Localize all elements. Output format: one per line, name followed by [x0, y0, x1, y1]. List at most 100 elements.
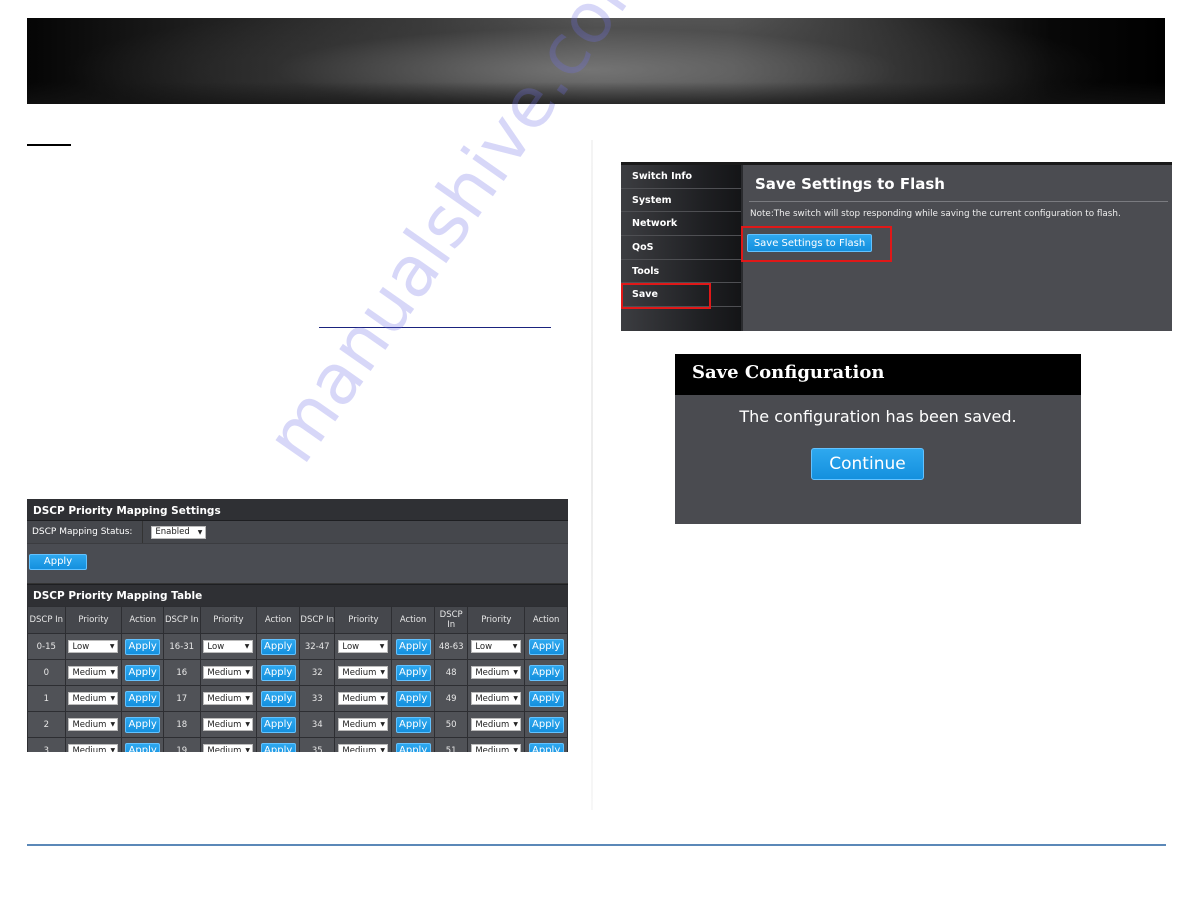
row-apply-button[interactable]: Apply [125, 690, 161, 707]
row-apply-button[interactable]: Apply [125, 664, 161, 681]
priority-select[interactable]: Medium ▼ [471, 718, 522, 731]
priority-select[interactable]: Medium ▼ [68, 692, 119, 705]
row-apply-button[interactable]: Apply [125, 716, 161, 733]
dropdown-caret-icon: ▼ [513, 669, 518, 676]
sidebar-item-switch-info[interactable]: Switch Info [621, 165, 741, 189]
dscp-in-cell: 50 [433, 711, 469, 738]
row-apply-button[interactable]: Apply [395, 742, 431, 752]
sidebar-item-network[interactable]: Network [621, 212, 741, 237]
priority-value: Medium [207, 667, 242, 678]
priority-select[interactable]: Medium ▼ [471, 692, 522, 705]
priority-value: Medium [207, 693, 242, 704]
column-header-priority: Priority [64, 606, 123, 634]
row-apply-button[interactable]: Apply [260, 664, 296, 681]
action-cell: Apply [256, 737, 300, 752]
priority-select[interactable]: Medium ▼ [338, 666, 389, 679]
dscp-status-row: DSCP Mapping Status: Enabled ▼ [27, 521, 568, 544]
priority-value: Medium [342, 693, 377, 704]
action-cell: Apply [256, 633, 300, 660]
save-configuration-dialog: Save Configuration The configuration has… [675, 354, 1081, 524]
priority-select[interactable]: Low ▼ [68, 640, 119, 653]
dropdown-caret-icon: ▼ [197, 528, 203, 536]
action-cell: Apply [121, 685, 164, 712]
sidebar-item-qos[interactable]: QoS [621, 236, 741, 260]
priority-cell: Medium ▼ [467, 737, 526, 753]
dscp-in-cell: 18 [162, 711, 201, 738]
priority-value: Medium [475, 719, 510, 730]
dropdown-caret-icon: ▼ [245, 747, 251, 752]
row-apply-button[interactable]: Apply [395, 664, 431, 681]
dscp-apply-button[interactable]: Apply [29, 553, 87, 570]
continue-button[interactable]: Continue [811, 448, 924, 480]
row-apply-button[interactable]: Apply [395, 716, 431, 733]
dscp-in-cell: 3 [27, 737, 66, 752]
priority-cell: Medium ▼ [467, 711, 526, 738]
table-row: 1 Medium ▼ Apply 17 Medium ▼ Apply 33 Medium ▼ Appl… [27, 685, 568, 712]
action-cell: Apply [524, 633, 568, 660]
row-apply-button[interactable]: Apply [395, 638, 431, 655]
row-apply-button[interactable]: Apply [528, 690, 564, 707]
priority-cell: Medium ▼ [199, 685, 258, 712]
priority-select[interactable]: Low ▼ [338, 640, 389, 653]
action-cell: Apply [121, 737, 164, 752]
sidebar-item-tools[interactable]: Tools [621, 260, 741, 284]
column-header-dscp-in: DSCP In [433, 606, 469, 634]
priority-value: Low [207, 641, 225, 652]
priority-select[interactable]: Medium ▼ [203, 744, 254, 752]
dscp-in-cell: 32 [298, 659, 336, 686]
priority-value: Low [342, 641, 360, 652]
dscp-status-label: DSCP Mapping Status: [32, 521, 144, 543]
priority-cell: Medium ▼ [64, 659, 123, 686]
priority-cell: Medium ▼ [467, 685, 526, 712]
row-apply-button[interactable]: Apply [260, 742, 296, 752]
action-cell: Apply [524, 685, 568, 712]
priority-select[interactable]: Medium ▼ [203, 718, 254, 731]
dropdown-caret-icon: ▼ [380, 669, 386, 676]
row-apply-button[interactable]: Apply [528, 638, 564, 655]
row-apply-button[interactable]: Apply [125, 638, 161, 655]
priority-select[interactable]: Medium ▼ [471, 744, 522, 753]
priority-select[interactable]: Medium ▼ [68, 744, 119, 753]
sidebar-item-save[interactable]: Save [621, 283, 741, 310]
priority-select[interactable]: Low ▼ [203, 640, 254, 653]
row-apply-button[interactable]: Apply [260, 638, 296, 655]
priority-select[interactable]: Low ▼ [471, 640, 522, 653]
priority-select[interactable]: Medium ▼ [68, 718, 119, 731]
priority-value: Medium [475, 745, 510, 753]
save-settings-to-flash-button[interactable]: Save Settings to Flash [747, 234, 872, 252]
priority-select[interactable]: Medium ▼ [203, 666, 254, 679]
action-cell: Apply [256, 711, 300, 738]
dscp-status-select[interactable]: Enabled ▼ [151, 525, 207, 539]
dialog-message: The configuration has been saved. [739, 407, 1017, 426]
priority-select[interactable]: Medium ▼ [338, 718, 389, 731]
row-apply-button[interactable]: Apply [260, 690, 296, 707]
page-title: Save Settings to Flash [755, 175, 945, 193]
priority-select[interactable]: Medium ▼ [203, 692, 254, 705]
dscp-in-cell: 16 [162, 659, 201, 686]
row-apply-button[interactable]: Apply [260, 716, 296, 733]
action-cell: Apply [391, 737, 435, 752]
priority-select[interactable]: Medium ▼ [68, 666, 119, 679]
priority-value: Medium [72, 667, 107, 678]
priority-value: Medium [72, 693, 107, 704]
dscp-in-cell: 17 [162, 685, 201, 712]
priority-select[interactable]: Medium ▼ [338, 744, 389, 752]
priority-cell: Medium ▼ [199, 659, 258, 686]
sidebar-item-system[interactable]: System [621, 189, 741, 213]
row-apply-button[interactable]: Apply [395, 690, 431, 707]
priority-cell: Medium ▼ [64, 737, 123, 753]
dscp-in-cell: 51 [433, 737, 469, 752]
row-apply-button[interactable]: Apply [125, 742, 161, 752]
priority-value: Medium [342, 667, 377, 678]
priority-value: Medium [72, 745, 107, 753]
row-apply-button[interactable]: Apply [528, 742, 564, 752]
priority-select[interactable]: Medium ▼ [338, 692, 389, 705]
hyperlink-underline[interactable] [319, 327, 551, 328]
column-divider [591, 140, 593, 810]
priority-cell: Low ▼ [199, 633, 258, 660]
row-apply-button[interactable]: Apply [528, 664, 564, 681]
header-banner [27, 18, 1165, 104]
action-cell: Apply [391, 659, 435, 686]
priority-select[interactable]: Medium ▼ [471, 666, 522, 679]
row-apply-button[interactable]: Apply [528, 716, 564, 733]
